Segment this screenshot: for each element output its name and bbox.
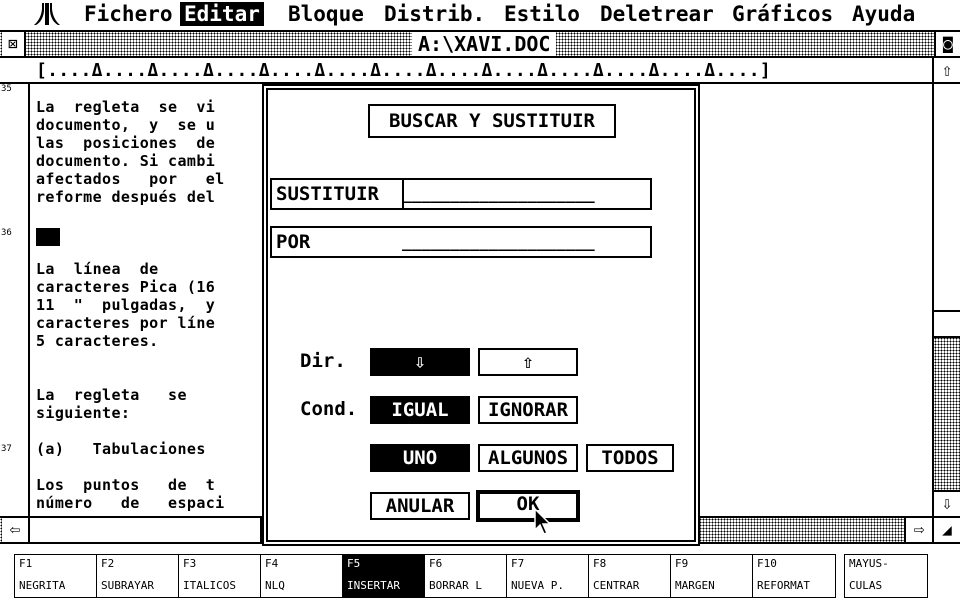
line-number-gutter: 35 36 37	[0, 84, 30, 516]
scroll-down-arrow-icon[interactable]: ⇩	[934, 490, 960, 516]
replace-input[interactable]: ____________________	[400, 180, 595, 208]
menu-bloque[interactable]: Bloque	[284, 2, 368, 26]
mouse-pointer-icon	[534, 508, 552, 535]
fkey-key: F6	[429, 557, 443, 570]
fkey-label: CULAS	[849, 579, 883, 592]
fkey-f1[interactable]: F1 NEGRITA	[14, 554, 98, 598]
scope-algunos-button[interactable]: ALGUNOS	[478, 444, 578, 472]
condition-igual-button[interactable]: IGUAL	[370, 396, 470, 424]
fullscreen-icon[interactable]: ◙	[934, 32, 960, 56]
ok-button[interactable]: OK	[476, 490, 580, 522]
ruler[interactable]: [....Δ....Δ....Δ....Δ....Δ....Δ....Δ....…	[36, 58, 771, 84]
condition-label: Cond.	[300, 398, 358, 420]
fkey-key: F10	[757, 557, 777, 570]
fkey-label: INSERTAR	[347, 579, 400, 592]
fkey-label: BORRAR L	[429, 579, 482, 592]
fkey-f9[interactable]: F9 MARGEN	[670, 554, 754, 598]
scroll-left-arrow-icon[interactable]: ⇦	[2, 518, 30, 542]
fkey-key: F8	[593, 557, 607, 570]
dialog-inner-border	[266, 88, 696, 542]
fkey-f7[interactable]: F7 NUEVA P.	[506, 554, 590, 598]
fkey-f8[interactable]: F8 CENTRAR	[588, 554, 672, 598]
menu-fichero[interactable]: Fichero	[80, 2, 177, 26]
close-icon[interactable]: ⊠	[2, 32, 26, 56]
menu-editar[interactable]: Editar	[180, 2, 264, 26]
fkey-f5[interactable]: F5 INSERTAR	[342, 554, 426, 598]
vertical-scroll-thumb-lower[interactable]	[934, 312, 960, 338]
line-number: 37	[1, 444, 12, 454]
menu-ayuda[interactable]: Ayuda	[848, 2, 919, 26]
fkey-label: NLQ	[265, 579, 285, 592]
fkey-label: MARGEN	[675, 579, 715, 592]
menu-bar: Fichero Editar Bloque Distrib. Estilo De…	[0, 0, 960, 28]
fkey-label: NEGRITA	[19, 579, 66, 592]
fkey-key: MAYUS-	[849, 557, 889, 570]
line-number: 36	[1, 228, 12, 238]
replace-label: SUSTITUIR	[272, 180, 404, 208]
fkey-label: REFORMAT	[757, 579, 810, 592]
menu-graficos[interactable]: Gráficos	[728, 2, 837, 26]
resize-handle-icon[interactable]: ◢	[932, 518, 960, 542]
direction-up-button[interactable]: ⇧	[478, 348, 578, 376]
atari-logo-icon[interactable]	[34, 3, 60, 25]
with-input[interactable]: ____________________	[400, 228, 595, 256]
fkey-label: CENTRAR	[593, 579, 640, 592]
fkey-key: F2	[101, 557, 115, 570]
direction-down-button[interactable]: ⇩	[370, 348, 470, 376]
dialog-title: BUSCAR Y SUSTITUIR	[368, 104, 616, 138]
fkey-f6[interactable]: F6 BORRAR L	[424, 554, 508, 598]
line-number: 35	[1, 84, 12, 94]
fkey-key: F4	[265, 557, 279, 570]
fkey-f2[interactable]: F2 SUBRAYAR	[96, 554, 180, 598]
fkey-f3[interactable]: F3 ITALICOS	[178, 554, 262, 598]
scroll-right-arrow-icon[interactable]: ⇨	[904, 518, 932, 542]
with-label: POR	[276, 231, 311, 253]
scope-todos-button[interactable]: TODOS	[586, 444, 674, 472]
with-field[interactable]: POR ____________________	[270, 226, 652, 258]
doc-line: reforme después del	[36, 188, 216, 206]
fkey-f10[interactable]: F10 REFORMAT	[752, 554, 836, 598]
direction-label: Dir.	[300, 350, 346, 372]
window-title: A:\XAVI.DOC	[412, 32, 557, 56]
fkey-label: SUBRAYAR	[101, 579, 154, 592]
doc-line: 5 caracteres.	[36, 332, 159, 350]
fkey-f4[interactable]: F4 NLQ	[260, 554, 344, 598]
fkey-key: F3	[183, 557, 197, 570]
menu-deletrear[interactable]: Deletrear	[596, 2, 718, 26]
fkey-key: F5	[347, 557, 361, 570]
horizontal-scroll-thumb[interactable]	[30, 518, 262, 542]
menu-distrib[interactable]: Distrib.	[380, 2, 489, 26]
text-cursor	[36, 228, 60, 246]
doc-line: siguiente:	[36, 404, 131, 422]
replace-field[interactable]: SUSTITUIR ____________________	[270, 178, 652, 210]
scope-uno-button[interactable]: UNO	[370, 444, 470, 472]
fkey-mayusculas[interactable]: MAYUS- CULAS	[844, 554, 928, 598]
fkey-label: ITALICOS	[183, 579, 236, 592]
scroll-up-arrow-icon[interactable]: ⇧	[934, 58, 960, 84]
fkey-label: NUEVA P.	[511, 579, 564, 592]
fkey-key: F1	[19, 557, 33, 570]
doc-line: (a) Tabulaciones	[36, 440, 206, 458]
vertical-scroll-thumb[interactable]	[934, 84, 960, 312]
cancel-button[interactable]: ANULAR	[370, 492, 470, 520]
menu-estilo[interactable]: Estilo	[500, 2, 584, 26]
fkey-key: F9	[675, 557, 689, 570]
fkey-key: F7	[511, 557, 525, 570]
condition-ignorar-button[interactable]: IGNORAR	[478, 396, 578, 424]
